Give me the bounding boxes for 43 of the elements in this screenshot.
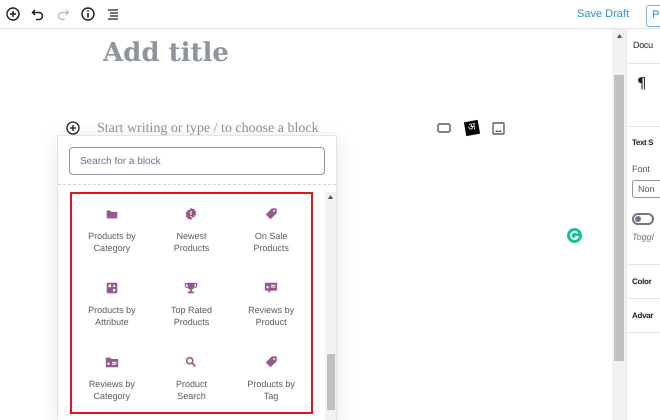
outline-icon[interactable]	[106, 7, 120, 21]
block-item[interactable]: Top Rated Products	[152, 268, 232, 342]
block-item[interactable]: Reviews by Category	[72, 342, 152, 416]
font-label: Font	[632, 163, 652, 176]
paragraph-symbol: ¶	[637, 74, 647, 92]
add-icon[interactable]	[6, 7, 20, 21]
font-select[interactable]: Non	[632, 180, 660, 198]
block-item[interactable]: On Sale Products	[231, 194, 311, 268]
speech-bubble-icon	[264, 281, 278, 295]
add-block-icon[interactable]	[66, 121, 80, 135]
rectangle-icon[interactable]	[437, 123, 451, 133]
image-icon[interactable]	[492, 122, 505, 134]
publish-button[interactable]: P	[646, 4, 660, 26]
section-header[interactable]: Advar	[632, 310, 654, 322]
tag-icon	[264, 207, 278, 221]
info-icon[interactable]	[81, 7, 95, 21]
save-draft-link[interactable]: Save Draft	[577, 6, 629, 22]
block-item[interactable]: Product Search	[152, 342, 232, 416]
panel-title[interactable]: Text S	[632, 137, 654, 149]
section-header[interactable]: Color	[632, 276, 652, 288]
scrollbar[interactable]	[325, 192, 336, 420]
toggle-help-text: Toggl	[632, 230, 655, 244]
block-item[interactable]: Products by Tag	[231, 342, 311, 416]
search-icon	[184, 355, 198, 369]
tag-icon	[264, 355, 278, 369]
scrollbar-thumb[interactable]	[326, 354, 334, 410]
document-tab[interactable]: Docu	[633, 39, 653, 53]
toggle-switch[interactable]	[632, 212, 654, 224]
search-field[interactable]: Search for a block	[69, 147, 325, 175]
undo-icon[interactable]	[31, 7, 45, 21]
shapes-icon	[104, 281, 119, 295]
block-item[interactable]: Newest Products	[152, 194, 232, 268]
block-item[interactable]: Reviews by Product	[231, 268, 311, 342]
scroll-up-icon[interactable]	[328, 195, 333, 199]
trophy-icon	[184, 281, 198, 295]
block-item[interactable]: Products by Attribute	[72, 268, 152, 342]
scroll-up-icon[interactable]	[616, 34, 622, 38]
scrollbar-thumb[interactable]	[614, 75, 624, 361]
folder-list-icon	[104, 355, 119, 369]
block-item[interactable]: Products by Category	[72, 194, 152, 268]
glyph-tile[interactable]: अ	[464, 120, 480, 136]
badge-alert-icon	[184, 207, 198, 221]
scrollbar[interactable]	[612, 29, 626, 420]
